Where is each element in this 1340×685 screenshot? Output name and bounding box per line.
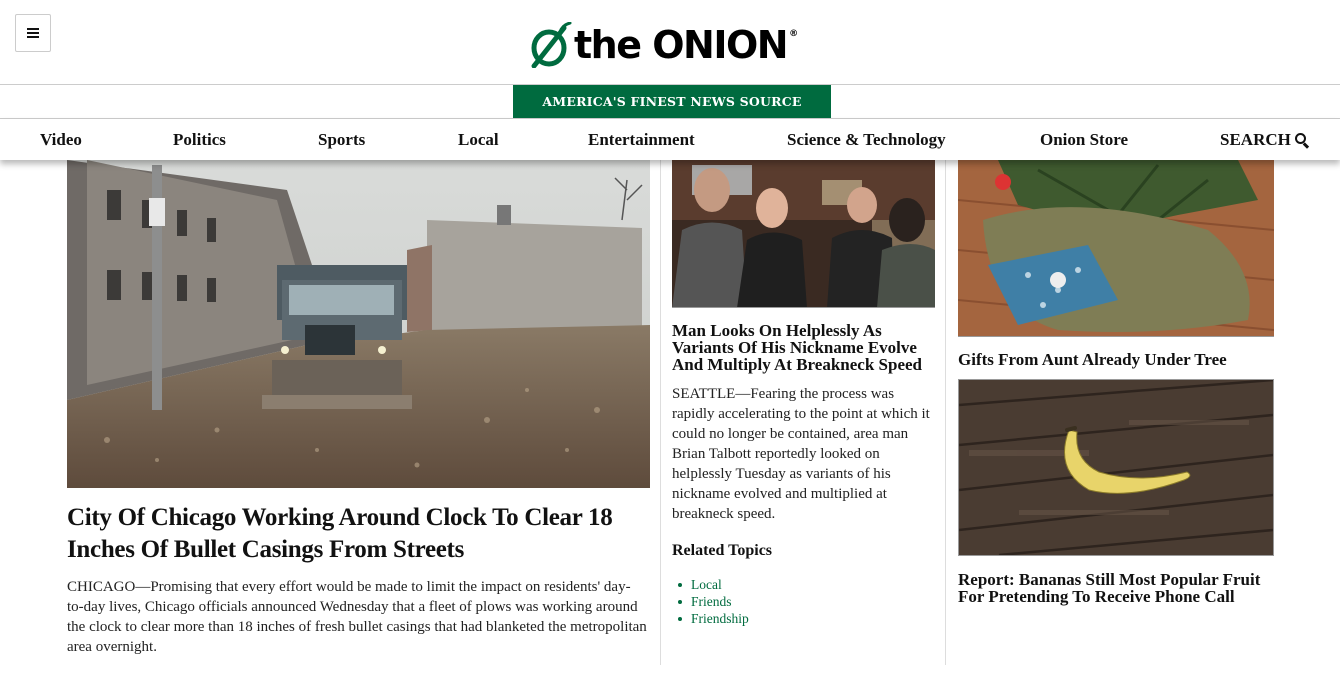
bullet-icon [678,617,682,621]
nav-item-sports[interactable]: Sports [318,119,365,160]
search-label: SEARCH [1220,129,1291,149]
related-topic-link[interactable]: Friendship [678,610,749,627]
registered-mark: ® [789,29,799,39]
middle-story-image[interactable] [672,160,935,308]
related-topics-heading: Related Topics [672,542,773,559]
search-icon [1294,132,1309,148]
side-story-image-banana[interactable] [958,379,1274,556]
lead-story-excerpt: CHICAGO—Promising that every effort woul… [67,579,647,655]
site-logo[interactable]: the ONION ® [530,22,798,68]
hamburger-icon [27,28,39,38]
lead-story-image[interactable] [67,160,650,488]
nav-item-local[interactable]: Local [458,119,499,160]
bullet-icon [678,583,682,587]
onion-leaf-icon [531,22,572,68]
column-divider-left [660,160,661,665]
middle-story-title[interactable]: Man Looks On Helplessly As Variants Of H… [672,322,937,373]
nav-item-science-technology[interactable]: Science & Technology [787,119,946,160]
bullet-icon [678,600,682,604]
search-button[interactable]: SEARCH [1220,119,1309,160]
side-story-image-gifts[interactable] [958,160,1274,337]
tagline-band: AMERICA'S FINEST NEWS SOURCE [0,85,1340,119]
related-topic-link[interactable]: Local [678,576,749,593]
related-topic-link[interactable]: Friends [678,593,749,610]
related-topics-list: Local Friends Friendship [678,576,749,627]
side-story-title-gifts[interactable]: Gifts From Aunt Already Under Tree [958,351,1278,369]
side-story-title-banana[interactable]: Report: Bananas Still Most Popular Fruit… [958,571,1278,605]
nav-item-onion-store[interactable]: Onion Store [1040,119,1128,160]
menu-button[interactable] [15,14,51,52]
nav-item-entertainment[interactable]: Entertainment [588,119,695,160]
site-tagline: AMERICA'S FINEST NEWS SOURCE [513,85,831,118]
main-nav: Video Politics Sports Local Entertainmen… [0,119,1340,160]
site-header: the ONION ® [0,0,1340,85]
lead-story-title[interactable]: City Of Chicago Working Around Clock To … [67,502,657,566]
nav-item-video[interactable]: Video [40,119,82,160]
nav-item-politics[interactable]: Politics [173,119,226,160]
middle-story-excerpt: SEATTLE—Fearing the process was rapidly … [672,386,930,522]
column-divider-right [945,160,946,665]
logo-wordmark: the ONION ® [574,23,799,67]
